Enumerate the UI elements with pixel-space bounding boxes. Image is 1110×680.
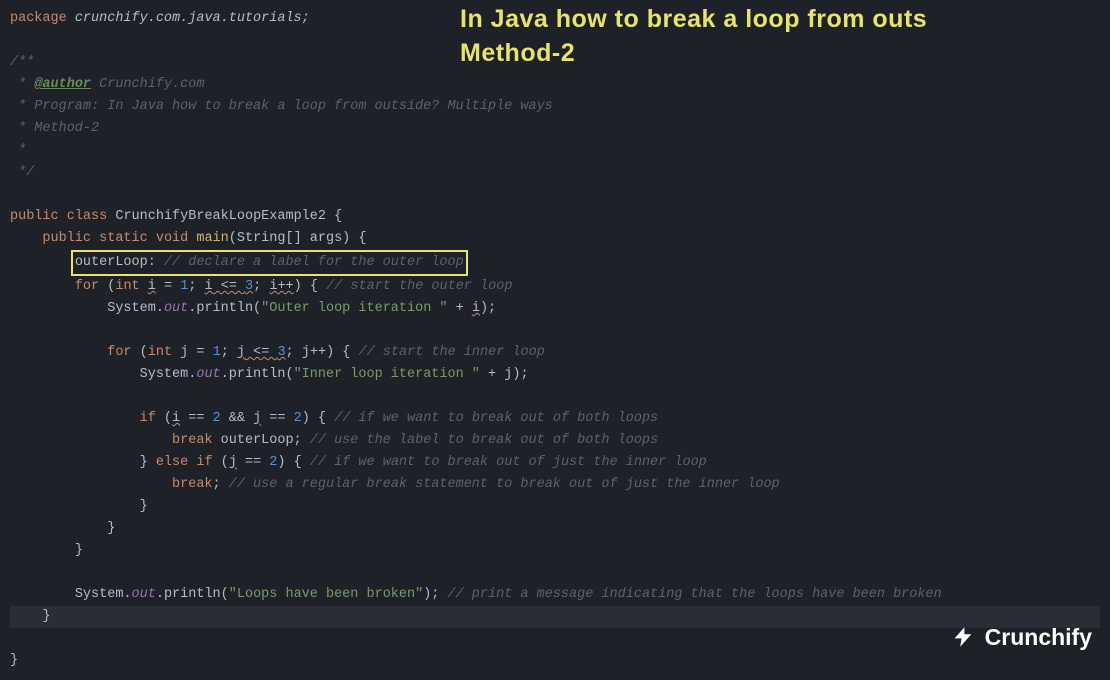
package-name: crunchify.com.java.tutorials; bbox=[67, 11, 310, 26]
crunchify-icon bbox=[949, 623, 977, 651]
title-line-1: In Java how to break a loop from outs bbox=[460, 2, 927, 36]
method-main: main bbox=[196, 231, 228, 246]
javadoc-author: Crunchify.com bbox=[91, 77, 204, 92]
code-editor[interactable]: package crunchify.com.java.tutorials; /*… bbox=[0, 0, 1110, 680]
keyword-package: package bbox=[10, 11, 67, 26]
javadoc-method: * Method-2 bbox=[10, 121, 99, 136]
class-name: CrunchifyBreakLoopExample2 bbox=[115, 209, 326, 224]
title-line-2: Method-2 bbox=[460, 36, 927, 70]
javadoc-program: * Program: In Java how to break a loop f… bbox=[10, 99, 553, 114]
javadoc-close: */ bbox=[10, 165, 34, 180]
crunchify-text: Crunchify bbox=[985, 626, 1092, 648]
crunchify-logo: Crunchify bbox=[949, 623, 1092, 651]
highlighted-label: outerLoop: // declare a label for the ou… bbox=[71, 250, 468, 276]
javadoc-open: /** bbox=[10, 55, 34, 70]
title-overlay: In Java how to break a loop from outs Me… bbox=[460, 2, 927, 70]
javadoc-author-tag: @author bbox=[34, 77, 91, 92]
